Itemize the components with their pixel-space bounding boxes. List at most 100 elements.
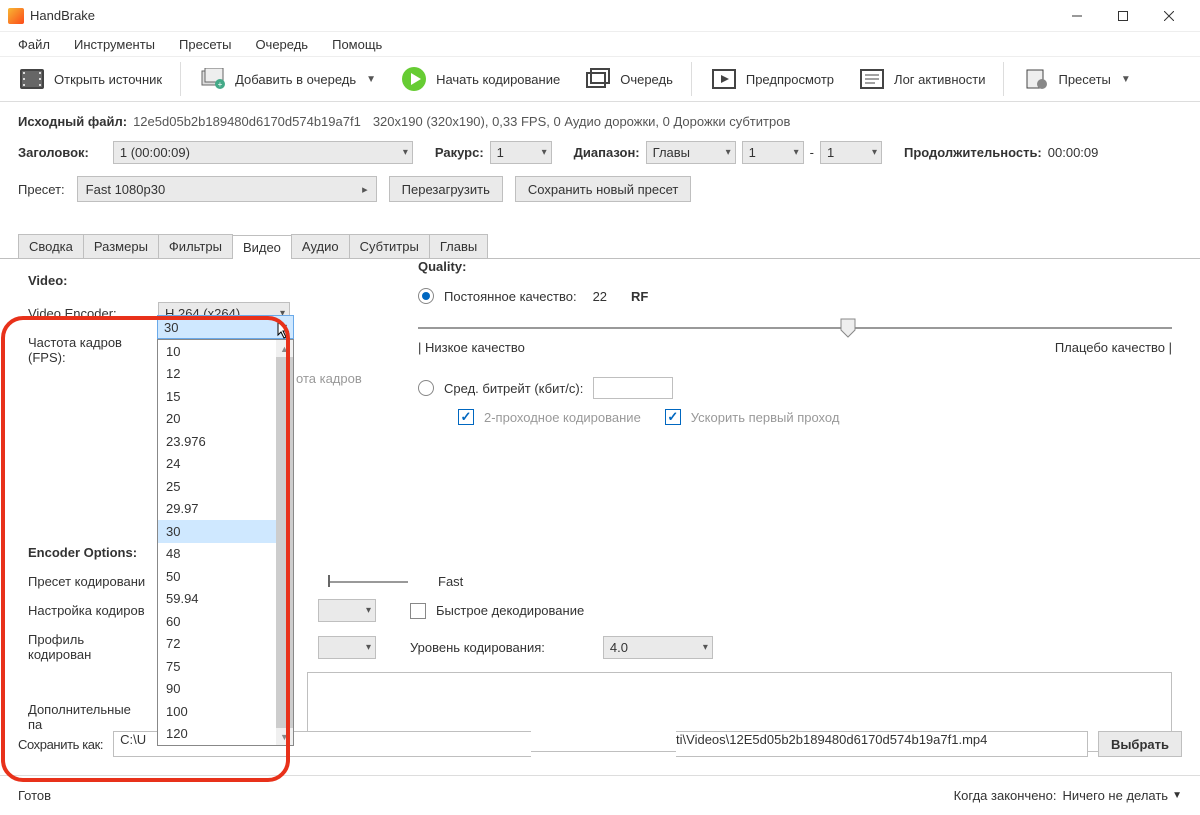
add-queue-icon: +: [199, 67, 227, 91]
quality-slider[interactable]: [418, 318, 1172, 338]
framerate-option[interactable]: 120: [158, 723, 293, 746]
preview-label: Предпросмотр: [746, 72, 834, 87]
browse-button[interactable]: Выбрать: [1098, 731, 1182, 757]
add-queue-button[interactable]: + Добавить в очередь ▼: [189, 63, 386, 95]
framerate-option[interactable]: 15: [158, 385, 293, 408]
encoder-profile-select[interactable]: [318, 636, 376, 659]
framerate-option[interactable]: 75: [158, 655, 293, 678]
add-queue-label: Добавить в очередь: [235, 72, 356, 87]
encoder-level-label: Уровень кодирования:: [410, 640, 545, 655]
framerate-option[interactable]: 30: [158, 520, 293, 543]
framerate-option[interactable]: 23.976: [158, 430, 293, 453]
range-from-select[interactable]: 1: [742, 141, 804, 164]
cq-unit: RF: [631, 289, 648, 304]
source-label: Исходный файл:: [18, 114, 127, 129]
mouse-cursor-icon: [277, 321, 291, 339]
framerate-option[interactable]: 12: [158, 363, 293, 386]
encoder-level-select[interactable]: 4.0: [603, 636, 713, 659]
app-icon: [8, 8, 24, 24]
framerate-option[interactable]: 60: [158, 610, 293, 633]
encoder-tune-select[interactable]: [318, 599, 376, 622]
framerate-option[interactable]: 25: [158, 475, 293, 498]
preset-picker[interactable]: Fast 1080p30: [77, 176, 377, 202]
queue-button[interactable]: Очередь: [574, 63, 683, 95]
cq-value: 22: [593, 289, 607, 304]
tab-filters[interactable]: Фильтры: [158, 234, 233, 258]
presets-button[interactable]: Пресеты ▼: [1012, 63, 1140, 95]
preview-icon: [710, 67, 738, 91]
turbo-label: Ускорить первый проход: [691, 410, 840, 425]
close-button[interactable]: [1146, 0, 1192, 32]
fast-decode-label: Быстрое декодирование: [436, 603, 584, 618]
twopass-checkbox[interactable]: [458, 409, 474, 425]
constant-quality-label: Постоянное качество:: [444, 289, 577, 304]
reload-preset-button[interactable]: Перезагрузить: [389, 176, 503, 202]
title-select[interactable]: 1 (00:00:09): [113, 141, 413, 164]
framerate-select[interactable]: 30: [157, 315, 294, 339]
avg-bitrate-radio[interactable]: [418, 380, 434, 396]
framerate-option[interactable]: 48: [158, 543, 293, 566]
save-preset-button[interactable]: Сохранить новый пресет: [515, 176, 692, 202]
framerate-option[interactable]: 29.97: [158, 498, 293, 521]
queue-icon: [584, 67, 612, 91]
framerate-option[interactable]: 24: [158, 453, 293, 476]
minimize-button[interactable]: [1054, 0, 1100, 32]
tab-subtitles[interactable]: Субтитры: [349, 234, 430, 258]
framerate-option[interactable]: 59.94: [158, 588, 293, 611]
menu-file[interactable]: Файл: [6, 34, 62, 55]
angle-select[interactable]: 1: [490, 141, 552, 164]
maximize-button[interactable]: [1100, 0, 1146, 32]
avg-bitrate-label: Сред. битрейт (кбит/с):: [444, 381, 583, 396]
framerate-dropdown-list[interactable]: ▲ ▼ 1012152023.976242529.9730485059.9460…: [157, 339, 294, 746]
preview-button[interactable]: Предпросмотр: [700, 63, 844, 95]
scroll-up-icon[interactable]: ▲: [276, 340, 293, 357]
start-encode-button[interactable]: Начать кодирование: [390, 63, 570, 95]
fast-decode-checkbox[interactable]: [410, 603, 426, 619]
save-path-input[interactable]: ti\Videos\12E5d05b2b189480d6170d574b19a7…: [676, 731, 1088, 757]
activity-log-button[interactable]: Лог активности: [848, 63, 995, 95]
tab-audio[interactable]: Аудио: [291, 234, 350, 258]
chevron-down-icon: ▼: [366, 74, 376, 85]
tab-chapters[interactable]: Главы: [429, 234, 488, 258]
scrollbar-thumb[interactable]: [276, 357, 293, 728]
encoder-preset-label: Пресет кодировани: [28, 574, 148, 589]
duration-label: Продолжительность:: [904, 145, 1042, 160]
encoder-tune-label: Настройка кодиров: [28, 603, 148, 618]
scroll-down-icon[interactable]: ▼: [276, 728, 293, 745]
framerate-option[interactable]: 72: [158, 633, 293, 656]
menu-tools[interactable]: Инструменты: [62, 34, 167, 55]
quality-high-label: Плацебо качество |: [1055, 340, 1172, 355]
framerate-option[interactable]: 90: [158, 678, 293, 701]
framerate-option[interactable]: 50: [158, 565, 293, 588]
chevron-down-icon: ▼: [1172, 790, 1182, 801]
tab-video[interactable]: Видео: [232, 235, 292, 259]
range-to-select[interactable]: 1: [820, 141, 882, 164]
presets-label: Пресеты: [1058, 72, 1110, 87]
avg-bitrate-input[interactable]: [593, 377, 673, 399]
encoder-profile-label: Профиль кодирован: [28, 632, 148, 662]
status-text: Готов: [18, 788, 51, 803]
turbo-checkbox[interactable]: [665, 409, 681, 425]
queue-label: Очередь: [620, 72, 673, 87]
framerate-option[interactable]: 20: [158, 408, 293, 431]
menu-presets[interactable]: Пресеты: [167, 34, 243, 55]
video-encoder-label: Video Encoder:: [28, 306, 148, 321]
framerate-label: Частота кадров (FPS):: [28, 335, 148, 365]
duration-value: 00:00:09: [1048, 145, 1099, 160]
menu-help[interactable]: Помощь: [320, 34, 394, 55]
menu-queue[interactable]: Очередь: [243, 34, 320, 55]
when-done-select[interactable]: Ничего не делать ▼: [1062, 788, 1182, 803]
constant-quality-radio[interactable]: [418, 288, 434, 304]
activity-log-label: Лог активности: [894, 72, 985, 87]
start-encode-label: Начать кодирование: [436, 72, 560, 87]
window-title: HandBrake: [30, 8, 1054, 23]
tab-summary[interactable]: Сводка: [18, 234, 84, 258]
tab-dimensions[interactable]: Размеры: [83, 234, 159, 258]
range-type-select[interactable]: Главы: [646, 141, 736, 164]
log-icon: [858, 67, 886, 91]
framerate-option[interactable]: 100: [158, 700, 293, 723]
framerate-option[interactable]: 10: [158, 340, 293, 363]
presets-icon: [1022, 67, 1050, 91]
preset-label: Пресет:: [18, 182, 65, 197]
open-source-button[interactable]: Открыть источник: [8, 63, 172, 95]
